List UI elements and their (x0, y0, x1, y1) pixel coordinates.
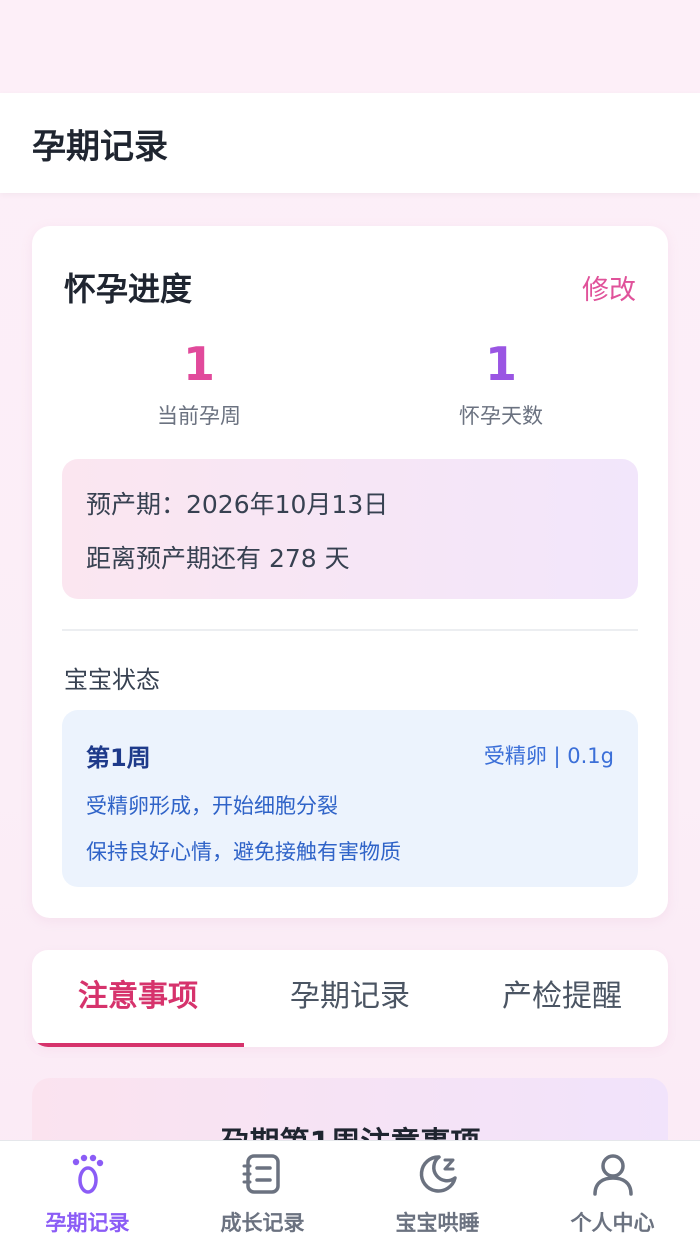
tab-bar: 注意事项 孕期记录 产检提醒 (32, 950, 668, 1047)
tab-pregnancy-records[interactable]: 孕期记录 (244, 950, 456, 1047)
baby-tip-text: 保持良好心情，避免接触有害物质 (86, 840, 401, 864)
current-week-stat: 1 当前孕周 (79, 334, 319, 430)
nav-item-baby-sleep[interactable]: 宝宝哄睡 (350, 1141, 525, 1244)
baby-status-box: 第1周 受精卵 | 0.1g 受精卵形成，开始细胞分裂 保持良好心情，避免接触有… (62, 710, 638, 887)
current-week-value: 1 (182, 337, 215, 391)
nav-label: 成长记录 (220, 1211, 305, 1235)
baby-development-text: 受精卵形成，开始细胞分裂 (86, 794, 338, 818)
pregnancy-days-label: 怀孕天数 (459, 404, 543, 428)
status-bar-area (0, 0, 700, 93)
nav-label: 宝宝哄睡 (395, 1211, 480, 1235)
pregnancy-days-value: 1 (484, 337, 517, 391)
nav-item-pregnancy-records[interactable]: 孕期记录 (0, 1141, 175, 1244)
notebook-icon (242, 1154, 280, 1194)
divider (62, 629, 638, 631)
active-tab-indicator (32, 1043, 244, 1047)
nav-label: 个人中心 (570, 1211, 655, 1235)
baby-status-title: 宝宝状态 (64, 666, 160, 694)
progress-card-title: 怀孕进度 (64, 270, 193, 308)
top-header: 孕期记录 (0, 93, 700, 193)
nav-label: 孕期记录 (45, 1211, 130, 1235)
countdown-text: 距离预产期还有 278 天 (86, 544, 350, 573)
tab-notices[interactable]: 注意事项 (32, 950, 244, 1047)
due-date-text: 预产期：2026年10月13日 (86, 490, 389, 519)
moon-sleep-icon (419, 1155, 457, 1193)
baby-size: 受精卵 | 0.1g (483, 744, 614, 768)
page-title: 孕期记录 (32, 127, 168, 167)
bottom-navigation: 孕期记录 成长记录 宝宝哄睡 个人中心 (0, 1140, 700, 1244)
edit-button[interactable]: 修改 (582, 268, 636, 307)
pregnancy-days-stat: 1 怀孕天数 (381, 334, 621, 430)
user-icon (593, 1154, 633, 1196)
pregnancy-progress-card: 怀孕进度 修改 1 当前孕周 1 怀孕天数 预产期：2026年10月13日 距离… (32, 226, 668, 918)
due-date-box: 预产期：2026年10月13日 距离预产期还有 278 天 (62, 459, 638, 599)
baby-week: 第1周 (86, 744, 151, 772)
footprint-icon (72, 1154, 104, 1194)
tab-checkup-reminders[interactable]: 产检提醒 (456, 950, 668, 1047)
current-week-label: 当前孕周 (157, 404, 241, 428)
nav-item-growth-records[interactable]: 成长记录 (175, 1141, 350, 1244)
nav-item-profile[interactable]: 个人中心 (525, 1141, 700, 1244)
